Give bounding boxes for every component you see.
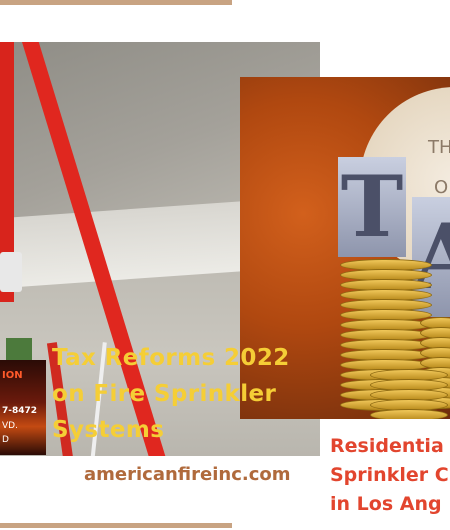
caption-line-1: Residentia [330, 435, 444, 457]
clock-text-1: TH [428, 137, 450, 158]
caption-line-3: in Los Ang [330, 493, 442, 515]
site-link[interactable]: americanfireinc.com [84, 464, 291, 485]
post-title-residential[interactable]: Residentia Sprinkler C in Los Ang [330, 432, 450, 519]
clock-text-2: O [434, 177, 449, 198]
thumb-text-2: 7-8472 [2, 406, 38, 416]
letter-block-t: T [338, 157, 406, 257]
bottom-divider [0, 523, 232, 528]
caption-line-2: Sprinkler C [330, 464, 449, 486]
sprinkler-head-icon [0, 252, 22, 292]
fire-thumbnail[interactable]: ION 7-8472 VD. D [0, 360, 46, 455]
thumb-text-1: ION [2, 370, 23, 381]
thumb-text-4: D [2, 435, 9, 445]
top-divider [0, 0, 232, 5]
post-title-tax-reforms[interactable]: Tax Reforms 2022 on Fire Sprinkler Syste… [52, 340, 314, 448]
thumb-text-3: VD. [2, 421, 18, 431]
letter-t: T [340, 157, 404, 256]
